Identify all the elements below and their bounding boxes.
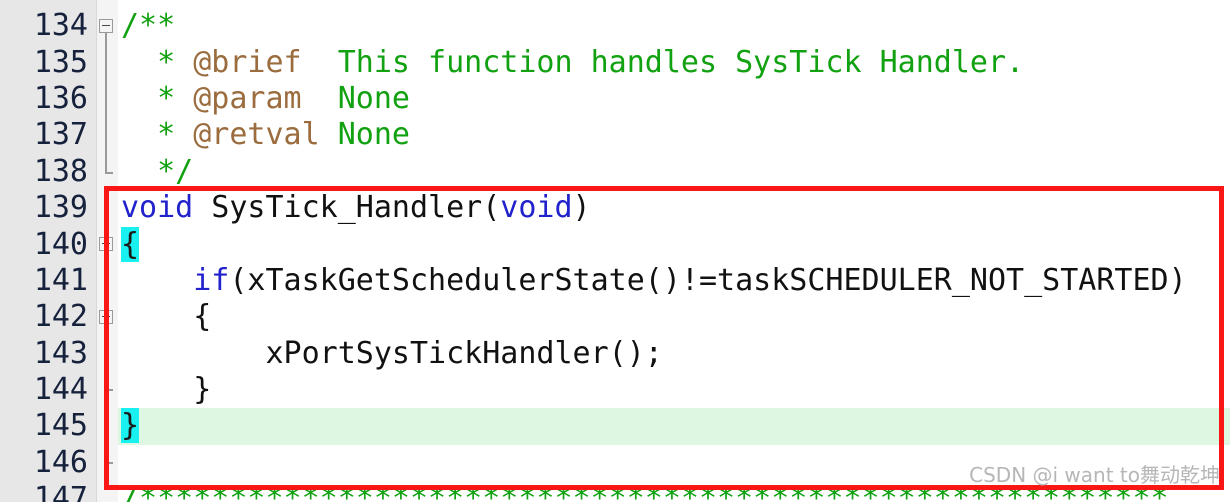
line-number: 134 — [33, 8, 88, 44]
line-number: 147 — [33, 481, 88, 502]
code-text[interactable]: { — [118, 299, 1230, 335]
fold-collapse-icon[interactable] — [99, 237, 113, 252]
fold-guide-line — [105, 324, 107, 337]
line-number: 145 — [33, 408, 88, 444]
code-lines-container: 133134/**135 * @brief This function hand… — [0, 0, 1230, 502]
code-token-comment: * — [121, 117, 194, 153]
line-number: 142 — [33, 299, 88, 335]
code-line[interactable]: 137 * @retval None — [0, 117, 1230, 154]
line-number: 139 — [33, 190, 88, 226]
code-text[interactable]: } — [118, 408, 1230, 444]
line-number: 144 — [33, 372, 88, 408]
code-token-plain: (xTaskGetSchedulerState()!=taskSCHEDULER… — [229, 262, 1187, 298]
code-line[interactable]: 133 — [0, 0, 1230, 8]
code-text[interactable]: * @param None — [118, 81, 1230, 117]
fold-collapse-icon[interactable] — [99, 19, 113, 33]
fold-marker-cell[interactable] — [96, 153, 118, 190]
code-token-doctag: @brief — [193, 44, 302, 80]
code-text[interactable]: { — [118, 226, 1230, 263]
code-text[interactable]: } — [118, 372, 1230, 408]
code-token-plain: { — [121, 299, 212, 335]
code-token-plain: xPortSysTickHandler(); — [121, 335, 663, 371]
line-number: 140 — [33, 226, 88, 262]
code-text[interactable]: * @brief This function handles SysTick H… — [118, 45, 1230, 81]
code-line[interactable]: 142 { — [0, 299, 1230, 337]
code-token-comment: */ — [121, 153, 194, 189]
fold-marker-cell[interactable] — [96, 117, 118, 154]
fold-guide-line — [105, 44, 107, 81]
fold-end-tick — [105, 388, 113, 391]
code-line[interactable]: 136 * @param None — [0, 80, 1230, 118]
code-token-plain: ) — [572, 190, 591, 226]
fold-guide-line — [105, 117, 107, 154]
fold-marker-cell[interactable] — [96, 263, 118, 299]
code-text[interactable]: * @retval None — [118, 117, 1230, 153]
code-text[interactable]: void SysTick_Handler(void) — [118, 190, 1230, 226]
code-token-keyword: void — [500, 190, 573, 226]
fold-marker-cell[interactable] — [96, 190, 118, 226]
code-token-plain: } — [121, 372, 212, 408]
line-number: 137 — [33, 117, 88, 153]
code-token-comment: * — [121, 80, 194, 116]
code-text[interactable]: xPortSysTickHandler(); — [118, 336, 1230, 372]
line-number: 146 — [33, 444, 88, 480]
line-number: 135 — [33, 44, 88, 80]
code-line[interactable]: 141 if(xTaskGetSchedulerState()!=taskSCH… — [0, 263, 1230, 299]
line-number: 138 — [33, 153, 88, 189]
fold-marker-cell[interactable] — [96, 481, 118, 502]
fold-marker-cell[interactable] — [96, 336, 118, 372]
fold-marker-cell[interactable] — [96, 44, 118, 81]
code-token-comment: * — [121, 44, 194, 80]
code-line[interactable]: 139 void SysTick_Handler(void) — [0, 190, 1230, 226]
code-token-doctag: @param — [193, 80, 302, 116]
code-token-comment: None — [319, 117, 410, 153]
code-line[interactable]: 135 * @brief This function handles SysTi… — [0, 44, 1230, 81]
fold-marker-cell[interactable] — [96, 8, 118, 45]
code-line[interactable]: 134 /** — [0, 8, 1230, 45]
fold-end-tick — [105, 461, 113, 464]
code-text[interactable]: /** — [118, 8, 1230, 44]
fold-marker-cell[interactable] — [96, 372, 118, 408]
csdn-watermark: CSDN @i want to舞动乾坤 — [969, 463, 1220, 487]
fold-marker-cell[interactable] — [96, 0, 118, 8]
fold-marker-cell[interactable] — [96, 445, 118, 481]
fold-marker-cell[interactable] — [96, 226, 118, 264]
fold-guide-line — [105, 80, 107, 118]
code-text[interactable]: */ — [118, 154, 1230, 190]
code-line[interactable]: 138 */ — [0, 153, 1230, 190]
fold-guide-line-end — [105, 153, 113, 174]
code-line[interactable]: 145} — [0, 408, 1230, 445]
fold-collapse-icon[interactable] — [99, 310, 113, 325]
code-token-comment: None — [301, 80, 410, 116]
fold-marker-cell[interactable] — [96, 408, 118, 444]
code-token-keyword: if — [193, 262, 230, 298]
code-token-keyword: void — [121, 190, 194, 226]
code-token-brace-match: { — [121, 226, 140, 262]
code-token-doctag: @retval — [193, 117, 320, 153]
code-token-brace-match: } — [121, 408, 140, 444]
line-number: 136 — [33, 80, 88, 116]
fold-marker-cell[interactable] — [96, 80, 118, 118]
code-line[interactable]: 143 xPortSysTickHandler(); — [0, 336, 1230, 372]
fold-guide-line — [105, 33, 107, 45]
line-number: 133 — [0, 0, 96, 8]
code-token-comment: This function handles SysTick Handler. — [301, 44, 1025, 80]
code-token-plain: SysTick_Handler( — [193, 190, 501, 226]
code-line[interactable]: 140 { — [0, 226, 1230, 264]
code-text[interactable]: if(xTaskGetSchedulerState()!=taskSCHEDUL… — [118, 263, 1230, 299]
code-token-comment: /** — [121, 8, 176, 44]
fold-marker-cell[interactable] — [96, 299, 118, 337]
fold-guide-line — [105, 251, 107, 264]
line-number: 141 — [33, 262, 88, 298]
line-number: 143 — [33, 335, 88, 371]
code-editor[interactable]: 133134/**135 * @brief This function hand… — [0, 0, 1230, 502]
code-line[interactable]: 144 } — [0, 372, 1230, 408]
